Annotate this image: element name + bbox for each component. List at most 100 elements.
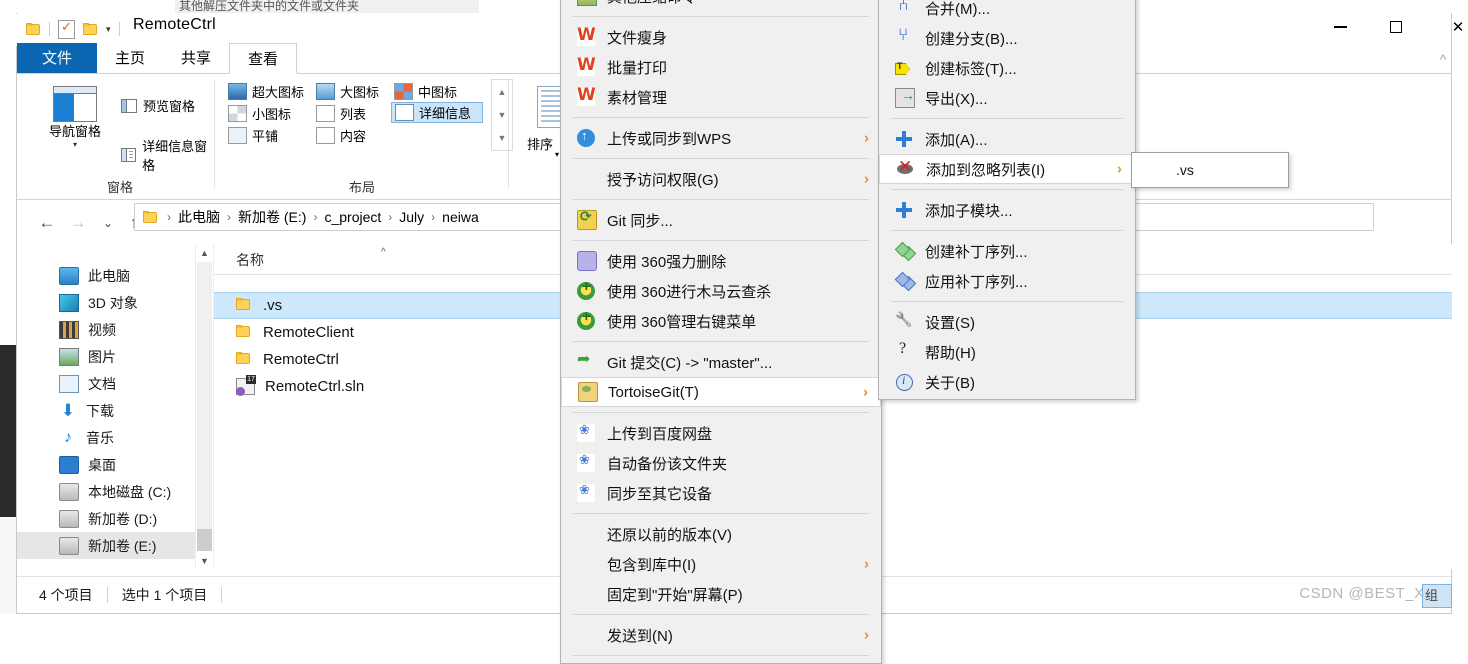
- ribbon-collapse-icon[interactable]: ^: [1430, 48, 1456, 70]
- recent-locations-button[interactable]: ⌄: [95, 211, 121, 235]
- chevron-up-icon[interactable]: ▲: [498, 87, 507, 96]
- menu-item-send-to[interactable]: 发送到(N) ›: [561, 620, 881, 650]
- menu-item-apply-patch-serial[interactable]: 应用补丁序列...: [879, 266, 1135, 296]
- details-pane-button[interactable]: 详细信息窗格: [121, 136, 215, 174]
- menu-item-360-trojan-scan[interactable]: 使用 360进行木马云查杀: [561, 276, 881, 306]
- breadcrumb-item-0[interactable]: 此电脑: [178, 207, 220, 227]
- menu-item-material-manage[interactable]: 素材管理: [561, 82, 881, 112]
- menu-item-sync-other-devices[interactable]: 同步至其它设备: [561, 478, 881, 508]
- layout-option-list[interactable]: 列表: [313, 103, 371, 124]
- sidebar-item-drive-d[interactable]: 新加卷 (D:): [17, 505, 195, 532]
- layout-option-details[interactable]: 详细信息: [391, 102, 483, 123]
- menu-item-auto-backup-folder[interactable]: 自动备份该文件夹: [561, 448, 881, 478]
- sidebar-item-desktop[interactable]: 桌面: [17, 451, 195, 478]
- layout-option-medium[interactable]: 中图标: [391, 81, 465, 102]
- preview-pane-button[interactable]: 预览窗格: [121, 96, 195, 115]
- quick-access-toolbar[interactable]: ▾: [26, 17, 120, 41]
- layout-label: 小图标: [252, 107, 292, 122]
- menu-item-grant-access[interactable]: 授予访问权限(G) ›: [561, 164, 881, 194]
- menu-item-batch-print[interactable]: 批量打印: [561, 52, 881, 82]
- tab-view[interactable]: 查看: [229, 43, 298, 74]
- menu-separator: [573, 199, 869, 200]
- sidebar-item-videos[interactable]: 视频: [17, 316, 195, 343]
- menu-item-about[interactable]: 关于(B): [879, 367, 1135, 397]
- tab-home[interactable]: 主页: [97, 43, 163, 74]
- sidebar-item-downloads[interactable]: ⬇ 下载: [17, 397, 195, 424]
- menu-item-create-branch[interactable]: 创建分支(B)...: [879, 23, 1135, 53]
- new-folder-icon[interactable]: [83, 22, 98, 36]
- sidebar-item-this-pc[interactable]: 此电脑: [17, 262, 195, 289]
- navigation-pane-button[interactable]: 导航窗格 ▾: [39, 82, 111, 168]
- scrollbar-track[interactable]: [197, 262, 212, 529]
- menu-item-add-submodule[interactable]: 添加子模块...: [879, 195, 1135, 225]
- sort-ascending-icon: ^: [381, 247, 386, 258]
- tab-share[interactable]: 共享: [163, 43, 229, 74]
- menu-item-360-context-menu-manage[interactable]: 使用 360管理右键菜单: [561, 306, 881, 336]
- menu-item-add-to-ignore-list[interactable]: 添加到忽略列表(I) ›: [879, 154, 1135, 184]
- layout-option-extra-large[interactable]: 超大图标: [225, 81, 309, 102]
- menu-item-git-sync[interactable]: Git 同步...: [561, 205, 881, 235]
- layout-option-tiles[interactable]: 平铺: [225, 125, 289, 146]
- back-button[interactable]: ←: [34, 211, 60, 235]
- chevron-down-icon[interactable]: ▼: [498, 110, 507, 119]
- sidebar-item-label: 本地磁盘 (C:): [88, 483, 172, 500]
- minimize-button[interactable]: [1318, 12, 1363, 42]
- menu-separator: [573, 117, 869, 118]
- sidebar-item-drive-e[interactable]: 新加卷 (E:): [17, 532, 195, 559]
- menu-item-label: 自动备份该文件夹: [607, 455, 728, 473]
- chevron-down-icon[interactable]: ▾: [555, 150, 559, 159]
- menu-item-upload-baidu[interactable]: 上传到百度网盘: [561, 418, 881, 448]
- menu-item-create-patch-serial[interactable]: 创建补丁序列...: [879, 236, 1135, 266]
- sort-button-label[interactable]: 排序: [527, 134, 553, 153]
- chevron-down-icon[interactable]: ▾: [39, 140, 111, 149]
- forward-button[interactable]: →: [65, 211, 91, 235]
- sidebar-item-pictures[interactable]: 图片: [17, 343, 195, 370]
- scroll-down-icon[interactable]: ▼: [196, 552, 213, 569]
- menu-item-add[interactable]: 添加(A)...: [879, 124, 1135, 154]
- menu-item-include-in-library[interactable]: 包含到库中(I) ›: [561, 549, 881, 579]
- menu-item-label: 使用 360强力删除: [607, 253, 727, 271]
- layout-option-content[interactable]: 内容: [313, 125, 377, 146]
- add-icon: [895, 201, 913, 219]
- sidebar-item-documents[interactable]: 文档: [17, 370, 195, 397]
- sidebar-item-label: 3D 对象: [88, 294, 138, 311]
- tab-file[interactable]: 文件: [17, 43, 98, 74]
- menu-item-pin-to-start[interactable]: 固定到"开始"屏幕(P): [561, 579, 881, 609]
- menu-item-git-commit[interactable]: Git 提交(C) -> "master"...: [561, 347, 881, 377]
- sidebar-item-music[interactable]: ♪ 音乐: [17, 424, 195, 451]
- menu-item-merge[interactable]: 合并(M)...: [879, 0, 1135, 23]
- close-button[interactable]: ✕: [1443, 12, 1468, 42]
- menu-item-restore-previous-versions[interactable]: 还原以前的版本(V): [561, 519, 881, 549]
- breadcrumb-item-3[interactable]: July: [399, 209, 424, 225]
- column-header-name[interactable]: 名称: [236, 250, 264, 270]
- menu-item-upload-sync-wps[interactable]: 上传或同步到WPS ›: [561, 123, 881, 153]
- sidebar-item-3d-objects[interactable]: 3D 对象: [17, 289, 195, 316]
- tortoisegit-icon: [578, 382, 598, 402]
- menu-item-360-force-delete[interactable]: 使用 360强力删除: [561, 246, 881, 276]
- help-icon: [895, 340, 913, 361]
- file-name: RemoteCtrl.sln: [265, 378, 365, 395]
- breadcrumb-item-1[interactable]: 新加卷 (E:): [238, 207, 306, 227]
- scroll-up-icon[interactable]: ▲: [196, 244, 213, 261]
- menu-item-export[interactable]: 导出(X)...: [879, 83, 1135, 113]
- sidebar-item-local-disk-c[interactable]: 本地磁盘 (C:): [17, 478, 195, 505]
- menu-item-settings[interactable]: 设置(S): [879, 307, 1135, 337]
- layout-option-small[interactable]: 小图标: [225, 103, 299, 124]
- scrollbar-thumb[interactable]: [197, 529, 212, 551]
- menu-item-help[interactable]: 帮助(H): [879, 337, 1135, 367]
- menu-item-create-tag[interactable]: 创建标签(T)...: [879, 53, 1135, 83]
- menu-item-label: 其他压缩命令: [607, 0, 697, 7]
- layout-option-large[interactable]: 大图标: [313, 81, 387, 102]
- menu-item-tortoisegit[interactable]: TortoiseGit(T) ›: [561, 377, 881, 407]
- wps-icon: [577, 85, 596, 106]
- menu-item-ignore-vs[interactable]: .vs: [1132, 157, 1288, 183]
- breadcrumb-item-4[interactable]: neiwa: [442, 209, 479, 225]
- menu-item-file-slim[interactable]: 文件瘦身: [561, 22, 881, 52]
- properties-checkbox-icon[interactable]: [58, 19, 75, 39]
- breadcrumb-item-2[interactable]: c_project: [324, 209, 381, 225]
- chevron-down-icon[interactable]: ▾: [106, 24, 111, 35]
- gallery-more-icon[interactable]: ▼: [498, 134, 507, 143]
- sidebar-scrollbar[interactable]: ▲ ▼: [195, 244, 213, 569]
- maximize-button[interactable]: [1373, 12, 1418, 42]
- menu-item-other-archive-commands[interactable]: 其他压缩命令 ›: [561, 0, 881, 11]
